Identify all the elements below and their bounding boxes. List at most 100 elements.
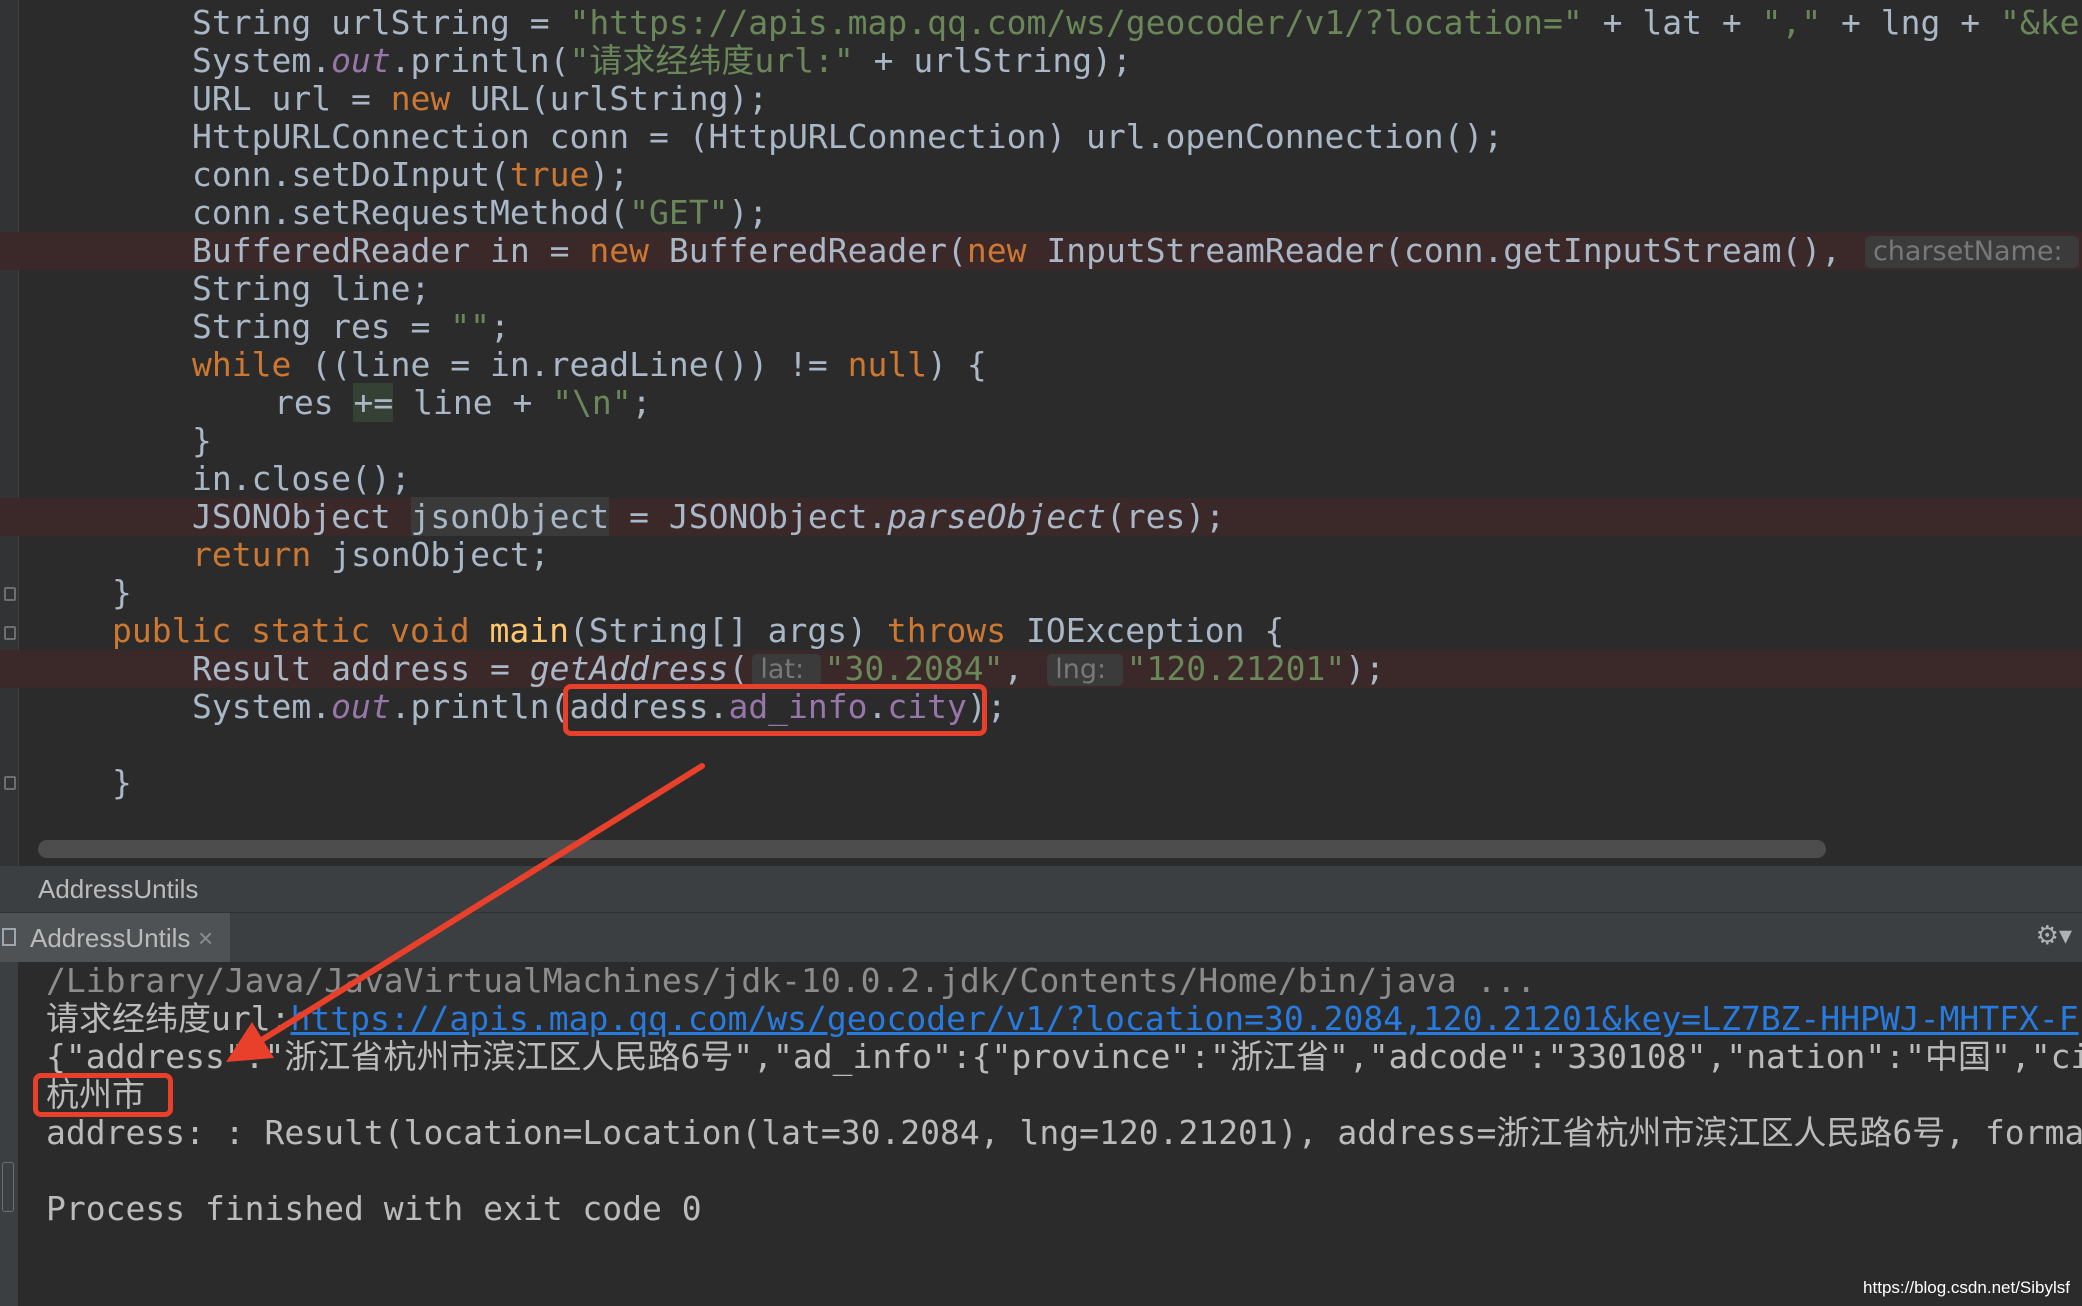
code-token: in	[192, 459, 232, 498]
code-token: while	[192, 345, 292, 384]
close-icon[interactable]: ×	[198, 913, 213, 963]
watermark: https://blog.csdn.net/Sibylsf	[1863, 1278, 2070, 1297]
code-token: );	[1345, 649, 1385, 688]
code-line-text: conn.setDoInput(true);	[192, 156, 629, 194]
code-line[interactable]: public static void main(String[] args) t…	[0, 612, 2082, 650]
code-token: "&ke	[2000, 3, 2080, 42]
code-line-text: public static void main(String[] args) t…	[112, 612, 1284, 650]
console-address-line: address: : Result(location=Location(lat=…	[46, 1113, 2082, 1152]
code-token: line +	[393, 383, 553, 422]
code-token: IOException {	[1006, 611, 1285, 650]
code-line[interactable]: conn.setDoInput(true);	[0, 156, 2082, 194]
code-line[interactable]	[0, 726, 2082, 764]
code-token: "30.2084"	[824, 649, 1004, 688]
code-token: out	[331, 41, 391, 80]
code-token: );	[589, 155, 630, 194]
code-line-text: }	[192, 422, 212, 460]
console-toolbar	[0, 962, 18, 1306]
code-token: String urlString =	[192, 3, 570, 42]
tab-address-untils[interactable]: AddressUntils ×	[0, 913, 230, 963]
code-line-text: while ((line = in.readLine()) != null) {	[192, 346, 987, 384]
code-line-text: in.close();	[192, 460, 411, 498]
code-token: public static void	[112, 611, 470, 650]
code-line-text: String urlString = "https://apis.map.qq.…	[192, 4, 2079, 42]
code-token: null	[847, 345, 928, 384]
code-token: jsonObject	[410, 497, 610, 536]
code-token: BufferedReader(	[648, 231, 967, 270]
code-token: Result address =	[192, 649, 530, 688]
code-token: parseObject	[887, 497, 1106, 536]
code-token: ","	[1761, 3, 1822, 42]
code-line[interactable]: res += line + "\n";	[0, 383, 2082, 422]
code-token: jsonObject;	[311, 535, 550, 574]
code-token: InputStreamReader(conn.getInputStream(),	[1026, 231, 1861, 270]
code-token: ;	[490, 307, 510, 346]
code-token: .println(	[390, 687, 570, 726]
code-line[interactable]: return jsonObject;	[0, 536, 2082, 574]
code-token: .close();	[231, 459, 411, 498]
code-token: throws	[886, 611, 1007, 650]
code-token: out	[331, 687, 391, 726]
code-line-text: URL url = new URL(urlString);	[192, 80, 768, 118]
code-token: System.	[192, 687, 332, 726]
console-output[interactable]: /Library/Java/JavaVirtualMachines/jdk-10…	[0, 962, 2082, 1306]
code-line[interactable]: String line;	[0, 270, 2082, 308]
code-token: true	[509, 155, 590, 194]
code-token: ) {	[927, 345, 987, 384]
code-token: in	[490, 231, 530, 270]
code-token: ((line =	[291, 345, 491, 384]
code-token: }	[112, 763, 132, 802]
console-json-line: {"address":"浙江省杭州市滨江区人民路6号","ad_info":{"…	[46, 1037, 2082, 1076]
code-line[interactable]: in.close();	[0, 460, 2082, 498]
code-token: =	[529, 231, 590, 270]
code-token: "\n"	[552, 383, 632, 422]
code-line[interactable]: String urlString = "https://apis.map.qq.…	[0, 4, 2082, 42]
code-token: String line;	[192, 269, 431, 308]
code-line[interactable]: HttpURLConnection conn = (HttpURLConnect…	[0, 118, 2082, 156]
code-token: .println(	[390, 41, 570, 80]
console-exit-line: Process finished with exit code 0	[46, 1189, 702, 1228]
run-panel-title: AddressUntils	[0, 866, 2082, 912]
code-token: = JSONObject.	[609, 497, 888, 536]
code-line-text: BufferedReader in = new BufferedReader(n…	[192, 232, 2082, 270]
code-token: new	[966, 231, 1027, 270]
code-line[interactable]: }	[0, 422, 2082, 460]
code-line-text: }	[112, 764, 132, 802]
code-line[interactable]: System.out.println(address.ad_info.city)…	[0, 688, 2082, 726]
code-token: HttpURLConnection conn = (HttpURLConnect…	[192, 117, 1504, 156]
code-line-text: JSONObject jsonObject = JSONObject.parse…	[192, 497, 1225, 536]
code-line[interactable]: }	[0, 764, 2082, 802]
code-line-text: res += line + "\n";	[274, 383, 652, 422]
code-editor[interactable]: String urlString = "https://apis.map.qq.…	[0, 0, 2082, 866]
code-token: "120.21201"	[1126, 649, 1346, 688]
code-line[interactable]: }	[0, 574, 2082, 612]
console-url-link[interactable]: https://apis.map.qq.com/ws/geocoder/v1/?…	[290, 999, 2078, 1038]
code-token: "https://apis.map.qq.com/ws/geocoder/v1/…	[569, 3, 1583, 42]
code-token: "请求经纬度url:"	[569, 41, 854, 80]
code-line-text: }	[112, 574, 132, 612]
code-token: .readLine()) !=	[529, 345, 848, 384]
console-url-label: 请求经纬度url:	[46, 999, 291, 1038]
code-token: );	[728, 193, 769, 232]
code-line-text: HttpURLConnection conn = (HttpURLConnect…	[192, 118, 1503, 156]
code-token: conn.setRequestMethod(	[192, 193, 630, 232]
code-line[interactable]: JSONObject jsonObject = JSONObject.parse…	[0, 497, 2082, 536]
code-token: getAddress	[529, 649, 729, 688]
scroll-indicator[interactable]	[2, 1162, 14, 1212]
code-line-text: String res = "";	[192, 308, 510, 346]
code-line[interactable]: String res = "";	[0, 308, 2082, 346]
code-line[interactable]: BufferedReader in = new BufferedReader(n…	[0, 232, 2082, 270]
code-token: +=	[353, 383, 394, 422]
code-line[interactable]: conn.setRequestMethod("GET");	[0, 194, 2082, 232]
code-line[interactable]: System.out.println("请求经纬度url:" + urlStri…	[0, 42, 2082, 80]
code-token: URL url =	[192, 79, 391, 118]
horizontal-scrollbar[interactable]	[38, 840, 1826, 858]
gear-icon[interactable]: ⚙▾	[2036, 921, 2072, 951]
code-token: System.	[192, 41, 332, 80]
code-line[interactable]: URL url = new URL(urlString);	[0, 80, 2082, 118]
code-line[interactable]: Result address = getAddress(lat: "30.208…	[0, 650, 2082, 688]
annotation-box-city-expression	[563, 684, 987, 736]
code-token: main	[489, 611, 569, 650]
code-line[interactable]: while ((line = in.readLine()) != null) {	[0, 346, 2082, 384]
